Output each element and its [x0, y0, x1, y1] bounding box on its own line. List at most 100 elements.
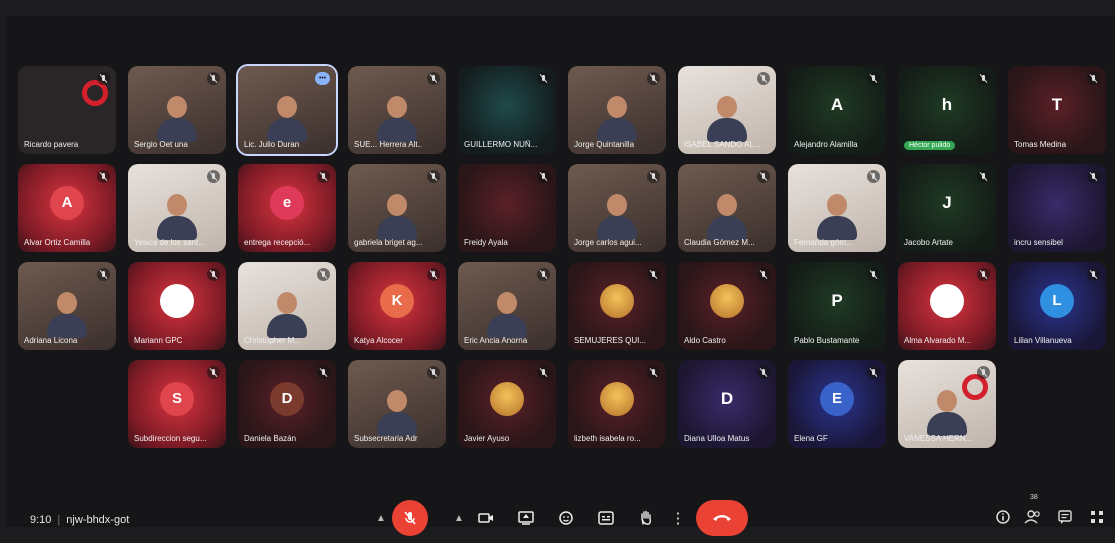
- separator: |: [57, 514, 61, 526]
- participant-tile[interactable]: Javier Ayuso: [458, 360, 556, 448]
- mic-muted-icon: [537, 72, 550, 85]
- participant-avatar: [600, 381, 634, 416]
- info-button[interactable]: [992, 506, 1014, 528]
- participant-tile[interactable]: Alma Alvarado M...: [898, 262, 996, 350]
- participant-grid: Ricardo pavera Sergio Oet una ••• Lic. Juli…: [14, 60, 1115, 460]
- participant-name: Elena GF: [794, 434, 828, 443]
- emoji-icon: [559, 511, 573, 525]
- participant-tile[interactable]: L Lilian Villanueva: [1008, 262, 1106, 350]
- speaking-indicator-icon: •••: [315, 72, 330, 85]
- participant-video: [265, 96, 309, 142]
- mic-muted-icon: [757, 268, 770, 281]
- participant-tile[interactable]: A Alejandro Alamilla: [788, 66, 886, 154]
- participant-tile[interactable]: incru sensibel: [1008, 164, 1106, 252]
- participant-tile[interactable]: A Alvar Ortiz Camilla: [18, 164, 116, 252]
- participant-name: Sergio Oet una: [134, 140, 188, 149]
- audio-options-chevron-icon[interactable]: ▲: [374, 500, 388, 536]
- tile-row: A Alvar Ortiz Camilla Yesica de los sant..…: [14, 164, 1115, 256]
- participant-tile[interactable]: Eric Ancia Anorna: [458, 262, 556, 350]
- participant-tile[interactable]: Claudia Gómez M...: [678, 164, 776, 252]
- mic-muted-icon: [977, 366, 990, 379]
- participant-tile[interactable]: K Katya Alcocer: [348, 262, 446, 350]
- participant-tile[interactable]: h Héctor pulido: [898, 66, 996, 154]
- participant-tile[interactable]: Subsecretaria Adr: [348, 360, 446, 448]
- participant-tile[interactable]: e entrega recepció...: [238, 164, 336, 252]
- participant-tile[interactable]: Mariann GPC: [128, 262, 226, 350]
- participant-tile[interactable]: Yesica de los sant...: [128, 164, 226, 252]
- participant-name: Claudia Gómez M...: [684, 238, 755, 247]
- participant-name: Yesica de los sant...: [134, 238, 205, 247]
- participant-tile[interactable]: Freidy Ayala: [458, 164, 556, 252]
- video-options-chevron-icon[interactable]: ▲: [452, 500, 466, 536]
- camera-button[interactable]: [468, 500, 504, 536]
- participant-tile[interactable]: Adriana Licona: [18, 262, 116, 350]
- mic-muted-icon: [427, 268, 440, 281]
- participant-video: [595, 194, 639, 240]
- participant-tile[interactable]: P Pablo Bustamante: [788, 262, 886, 350]
- participant-avatar: A: [830, 94, 844, 114]
- participant-name: Christopher M...: [244, 336, 301, 345]
- participant-name: Jorge carlos agui...: [574, 238, 642, 247]
- participant-tile[interactable]: Jorge carlos agui...: [568, 164, 666, 252]
- participant-tile[interactable]: Ricardo pavera: [18, 66, 116, 154]
- participant-name: Freidy Ayala: [464, 238, 508, 247]
- participant-name: Subsecretaria Adr: [354, 434, 418, 443]
- participant-tile[interactable]: Jorge Quintanilla: [568, 66, 666, 154]
- participant-name: GUILLERMO NUÑ...: [464, 140, 538, 149]
- mic-muted-icon: [207, 72, 220, 85]
- participant-name: Lic. Julio Duran: [244, 140, 300, 149]
- participant-tile[interactable]: SEMUJERES QUI...: [568, 262, 666, 350]
- mic-toggle-button[interactable]: [392, 500, 428, 536]
- meeting-code[interactable]: njw-bhdx-got: [66, 514, 129, 526]
- captions-button[interactable]: [588, 500, 624, 536]
- mic-muted-icon: [867, 366, 880, 379]
- participant-tile[interactable]: J Jacobo Artate: [898, 164, 996, 252]
- activities-button[interactable]: [1086, 506, 1108, 528]
- participant-video: [265, 292, 309, 338]
- mic-muted-icon: [867, 72, 880, 85]
- participant-tile[interactable]: ISABEL SANDO AL...: [678, 66, 776, 154]
- meeting-time: 9:10: [30, 514, 52, 526]
- participant-name: Aldo Castro: [684, 336, 726, 345]
- participant-video: [155, 194, 199, 240]
- mic-muted-icon: [537, 170, 550, 183]
- participant-video: [595, 96, 639, 142]
- participant-video: [485, 292, 529, 338]
- mic-muted-icon: [977, 170, 990, 183]
- participant-name: ISABEL SANDO AL...: [684, 140, 761, 149]
- participant-tile[interactable]: gabriela briget ag...: [348, 164, 446, 252]
- participant-name: gabriela briget ag...: [354, 238, 423, 247]
- participant-tile[interactable]: ••• Lic. Julio Duran: [238, 66, 336, 154]
- tile-row: S Subdireccion segu... D Daniela Bazán Subse…: [14, 360, 1115, 452]
- meet-window: Ricardo pavera Sergio Oet una ••• Lic. Juli…: [6, 16, 1115, 536]
- participant-name: Katya Alcocer: [354, 336, 403, 345]
- participant-tile[interactable]: E Elena GF: [788, 360, 886, 448]
- present-button[interactable]: [508, 500, 544, 536]
- participant-tile[interactable]: T Tomas Medina: [1008, 66, 1106, 154]
- raise-hand-button[interactable]: [628, 500, 664, 536]
- participant-tile[interactable]: GUILLERMO NUÑ...: [458, 66, 556, 154]
- participant-avatar: D: [270, 381, 304, 416]
- emoji-button[interactable]: [548, 500, 584, 536]
- more-options-button[interactable]: ⋮: [668, 500, 688, 536]
- participant-tile[interactable]: lizbeth isabela ro...: [568, 360, 666, 448]
- participant-video: [705, 194, 749, 240]
- participant-name: Tomas Medina: [1014, 140, 1067, 149]
- leave-call-button[interactable]: [696, 500, 748, 536]
- participant-tile[interactable]: Christopher M...: [238, 262, 336, 350]
- chat-button[interactable]: [1054, 506, 1076, 528]
- participant-tile[interactable]: VANESSA HERN...: [898, 360, 996, 448]
- participant-tile[interactable]: SUE... Herrera Alt..: [348, 66, 446, 154]
- people-button[interactable]: [1022, 506, 1044, 528]
- participant-tile[interactable]: D Daniela Bazán: [238, 360, 336, 448]
- participant-tile[interactable]: Sergio Oet una: [128, 66, 226, 154]
- participant-tile[interactable]: Fernanda góm...: [788, 164, 886, 252]
- participant-tile[interactable]: Aldo Castro: [678, 262, 776, 350]
- participant-video: [45, 292, 89, 338]
- participant-tile[interactable]: D Diana Ulloa Matus: [678, 360, 776, 448]
- mic-muted-icon: [207, 170, 220, 183]
- participant-avatar: S: [160, 381, 194, 416]
- mic-muted-icon: [867, 268, 880, 281]
- mic-muted-icon: [867, 170, 880, 183]
- participant-tile[interactable]: S Subdireccion segu...: [128, 360, 226, 448]
